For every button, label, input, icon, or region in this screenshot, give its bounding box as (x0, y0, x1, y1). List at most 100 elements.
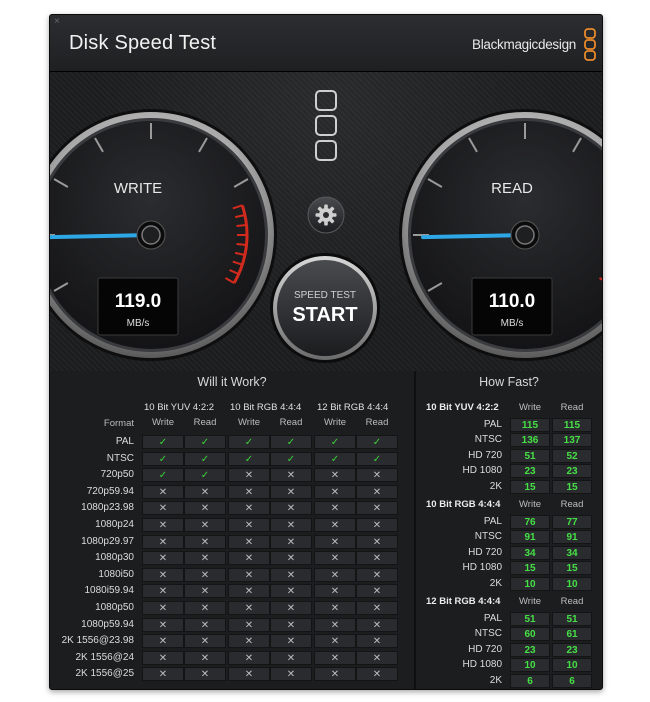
cross-icon: ✕ (184, 667, 226, 682)
how-fast-read-value: 77 (552, 515, 592, 529)
how-fast-format-label: HD 1080 (462, 659, 502, 671)
format-header: Format (103, 418, 134, 429)
how-fast-read-value: 10 (552, 576, 592, 591)
gauge-area: WRITE 119.0 MB/s READ 110.0 MB/s SPEED T… (50, 72, 602, 376)
format-row: 720p50 ✓ ✓ ✕ ✕ ✕ ✕ (50, 468, 414, 483)
cross-icon: ✕ (314, 484, 356, 499)
format-label: 720p59.94 (86, 485, 134, 497)
cross-icon: ✕ (314, 534, 356, 549)
group-header-rgb444-12: 12 Bit RGB 4:4:4 (317, 402, 389, 413)
title-bar: × Disk Speed Test Blackmagicdesign (50, 15, 602, 72)
check-icon: ✓ (184, 451, 226, 466)
how-fast-read-value: 6 (552, 673, 592, 688)
write-redzone-tick (236, 223, 247, 228)
cross-icon: ✕ (270, 567, 312, 582)
format-row: 1080p23.98 ✕ ✕ ✕ ✕ ✕ ✕ (50, 501, 414, 516)
check-icon: ✓ (314, 451, 356, 466)
format-label: 1080i59.94 (84, 585, 135, 597)
how-fast-write-value: 23 (510, 464, 550, 479)
read-gauge: READ 110.0 MB/s (399, 109, 602, 361)
cross-icon: ✕ (356, 518, 398, 532)
how-fast-write-value: 34 (510, 545, 550, 560)
cross-icon: ✕ (356, 667, 398, 682)
how-fast-write-value: 10 (510, 576, 550, 591)
how-fast-format-label: HD 720 (468, 643, 502, 655)
how-fast-write-value: 10 (510, 658, 550, 673)
cross-icon: ✕ (142, 650, 184, 665)
brand-name: Blackmagicdesign (471, 37, 576, 52)
how-fast-read-value: 34 (552, 545, 592, 560)
check-icon: ✓ (184, 435, 226, 449)
format-row: 720p59.94 ✕ ✕ ✕ ✕ ✕ ✕ (50, 484, 414, 499)
cross-icon: ✕ (356, 534, 398, 549)
cross-icon: ✕ (184, 551, 226, 566)
drive-slots-icon[interactable] (315, 90, 337, 161)
cross-icon: ✕ (184, 501, 226, 516)
format-label: 1080p23.98 (81, 502, 134, 514)
check-icon: ✓ (270, 451, 312, 466)
format-row: 2K 1556@23.98 ✕ ✕ ✕ ✕ ✕ ✕ (50, 634, 414, 649)
cross-icon: ✕ (270, 501, 312, 516)
cross-icon: ✕ (142, 634, 184, 649)
how-fast-row: NTSC 91 91 (416, 530, 602, 545)
start-button[interactable]: SPEED TEST START (270, 253, 380, 363)
write-needle-hub (141, 225, 161, 245)
cross-icon: ✕ (270, 601, 312, 615)
how-fast-row: HD 1080 10 10 (416, 658, 602, 673)
cross-icon: ✕ (314, 617, 356, 632)
how-fast-read-value: 52 (552, 448, 592, 463)
cross-icon: ✕ (184, 650, 226, 665)
app-title: Disk Speed Test (69, 32, 217, 54)
gear-icon (315, 204, 337, 226)
how-fast-write-value: 51 (510, 612, 550, 626)
cross-icon: ✕ (142, 534, 184, 549)
format-label: 1080i50 (98, 568, 134, 580)
cross-icon: ✕ (142, 617, 184, 632)
write-speed-value: 119.0 (115, 291, 162, 312)
how-fast-format-label: 2K (489, 480, 502, 492)
cross-icon: ✕ (184, 534, 226, 549)
cross-icon: ✕ (314, 667, 356, 682)
how-fast-read-value: 91 (552, 530, 592, 545)
how-fast-format-label: NTSC (474, 628, 502, 640)
how-fast-format-label: 2K (489, 674, 502, 686)
check-icon: ✓ (228, 451, 270, 466)
how-fast-write-value: 23 (510, 642, 550, 657)
how-fast-read-value: 10 (552, 658, 592, 673)
how-fast-write-header: Write (519, 596, 541, 607)
cross-icon: ✕ (184, 518, 226, 532)
how-fast-format-label: HD 720 (468, 449, 502, 461)
cross-icon: ✕ (228, 650, 270, 665)
cross-icon: ✕ (356, 567, 398, 582)
cross-icon: ✕ (228, 534, 270, 549)
cross-icon: ✕ (184, 601, 226, 615)
sub-header-write: Write (238, 417, 260, 428)
how-fast-section-header: 12 Bit RGB 4:4:4 (426, 596, 501, 607)
cross-icon: ✕ (270, 634, 312, 649)
how-fast-write-value: 136 (510, 433, 550, 448)
start-button-caption: SPEED TEST (294, 290, 356, 301)
close-icon[interactable]: × (54, 17, 60, 27)
check-icon: ✓ (314, 435, 356, 449)
sub-header-read: Read (193, 417, 217, 428)
format-label: 2K 1556@25 (75, 668, 134, 680)
cross-icon: ✕ (356, 468, 398, 483)
format-row: 1080p30 ✕ ✕ ✕ ✕ ✕ ✕ (50, 551, 414, 566)
how-fast-read-value: 23 (552, 464, 592, 479)
how-fast-write-header: Write (519, 402, 541, 413)
how-fast-format-label: NTSC (474, 434, 502, 446)
cross-icon: ✕ (228, 484, 270, 499)
how-fast-write-value: 51 (510, 448, 550, 463)
format-label: 1080p29.97 (81, 535, 134, 547)
how-fast-section-header: 10 Bit RGB 4:4:4 (426, 499, 501, 510)
cross-icon: ✕ (314, 501, 356, 516)
how-fast-write-value: 15 (510, 479, 550, 494)
format-label: 2K 1556@24 (75, 651, 134, 663)
cross-icon: ✕ (142, 484, 184, 499)
format-row: 1080p29.97 ✕ ✕ ✕ ✕ ✕ ✕ (50, 534, 414, 549)
how-fast-write-value: 6 (510, 673, 550, 688)
how-fast-format-label: HD 720 (468, 546, 502, 558)
read-speed-value: 110.0 (489, 291, 536, 312)
how-fast-write-value: 60 (510, 627, 550, 642)
settings-button[interactable] (307, 196, 345, 234)
